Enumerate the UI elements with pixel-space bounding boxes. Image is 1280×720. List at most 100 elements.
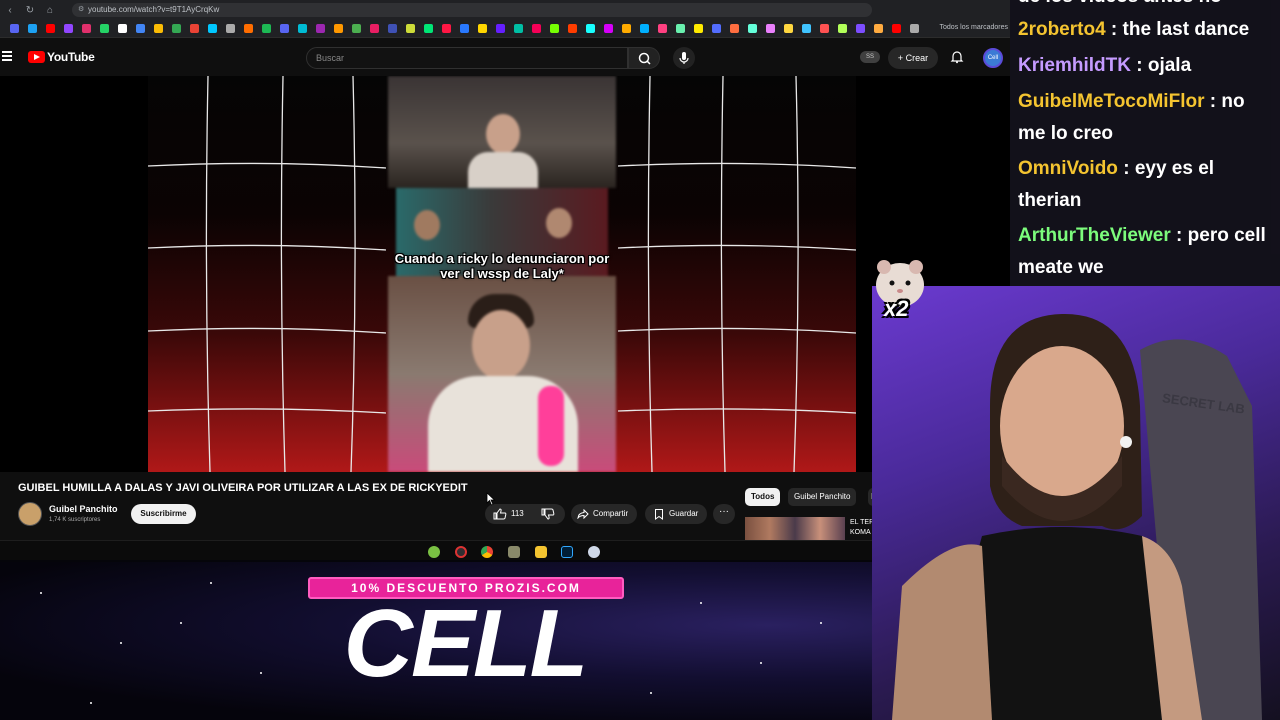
bookmark-icon[interactable] [532, 24, 541, 33]
bookmark-icon[interactable] [190, 24, 199, 33]
bookmark-icon[interactable] [154, 24, 163, 33]
hamburger-menu-icon[interactable] [2, 51, 12, 61]
notifications-bell-icon[interactable] [950, 50, 964, 64]
app-icon-globe[interactable] [588, 546, 600, 558]
bookmark-icon[interactable] [604, 24, 613, 33]
bookmark-icon[interactable] [46, 24, 55, 33]
bookmark-icon[interactable] [496, 24, 505, 33]
bookmark-icon[interactable] [658, 24, 667, 33]
bookmark-icon[interactable] [694, 24, 703, 33]
bookmark-icon[interactable] [640, 24, 649, 33]
bookmark-icon[interactable] [82, 24, 91, 33]
bookmark-icon[interactable] [226, 24, 235, 33]
bookmark-icon[interactable] [442, 24, 451, 33]
bookmark-icon[interactable] [244, 24, 253, 33]
bookmark-icon[interactable] [514, 24, 523, 33]
bookmark-icon[interactable] [568, 24, 577, 33]
grid-background-left [148, 76, 386, 472]
grid-background-right [618, 76, 856, 472]
address-bar[interactable]: ⚙ youtube.com/watch?v=t9T1AyCrqKw [72, 3, 872, 17]
bookmark-icon[interactable] [730, 24, 739, 33]
chat-text: ojala [1147, 55, 1192, 76]
bookmark-icon[interactable] [352, 24, 361, 33]
chrome-icon[interactable] [481, 546, 493, 558]
folder-icon[interactable] [535, 546, 547, 558]
app-icon-green[interactable] [428, 546, 440, 558]
subscribe-button[interactable]: Suscribirme [131, 504, 196, 524]
youtube-logo-icon[interactable] [28, 51, 45, 63]
bookmark-icon[interactable] [136, 24, 145, 33]
filter-chip-channel[interactable]: Guibel Panchito [788, 488, 857, 506]
voice-search-button[interactable] [673, 47, 695, 69]
bookmark-icon[interactable] [262, 24, 271, 33]
youtube-wordmark[interactable]: YouTube [47, 50, 95, 64]
bookmark-icon[interactable] [172, 24, 181, 33]
channel-name[interactable]: Guibel Panchito [49, 504, 118, 514]
like-count: 113 [511, 509, 524, 518]
all-bookmarks-link[interactable]: Todos los marcadores [940, 24, 1008, 31]
bookmark-icon[interactable] [388, 24, 397, 33]
bookmark-icon[interactable] [424, 24, 433, 33]
bookmark-icon[interactable] [118, 24, 127, 33]
bookmark-icon[interactable] [406, 24, 415, 33]
bookmark-icon[interactable] [766, 24, 775, 33]
photoshop-icon[interactable] [561, 546, 573, 558]
clip-bottom-scene [388, 276, 616, 472]
reload-icon[interactable]: ↻ [20, 5, 40, 16]
search-input[interactable]: Buscar [306, 47, 628, 69]
bookmark-icon[interactable] [280, 24, 289, 33]
bookmark-icon[interactable] [784, 24, 793, 33]
chat-message: OmniVoido : eyy es el therian [1018, 158, 1215, 211]
back-icon[interactable]: ‹ [0, 5, 20, 16]
bookmark-icon[interactable] [874, 24, 883, 33]
filter-chip-all[interactable]: Todos [745, 488, 781, 506]
more-actions-button[interactable]: ··· [713, 504, 735, 524]
thumbs-down-icon[interactable] [541, 508, 555, 520]
chat-message-partial: de los videos antes no [1018, 0, 1222, 8]
video-player[interactable]: Cuando a ricky lo denunciaron por ver el… [0, 76, 1010, 472]
bookmark-icon[interactable] [910, 24, 919, 33]
chat-message: ArthurTheViewer : pero cell meate we [1018, 225, 1266, 278]
bookmark-icon[interactable] [208, 24, 217, 33]
bookmark-icon[interactable] [622, 24, 631, 33]
bookmark-icon[interactable] [748, 24, 757, 33]
bookmark-icon[interactable] [586, 24, 595, 33]
extension-badge[interactable]: SS [860, 51, 880, 63]
bookmark-icon[interactable] [100, 24, 109, 33]
thumbs-up-icon[interactable] [493, 508, 507, 520]
bookmark-icon[interactable] [802, 24, 811, 33]
bookmark-icon[interactable] [478, 24, 487, 33]
save-button[interactable]: Guardar [645, 504, 707, 524]
bookmark-icon[interactable] [712, 24, 721, 33]
bookmark-icon[interactable] [28, 24, 37, 33]
create-button[interactable]: + Crear [888, 47, 938, 69]
home-icon[interactable]: ⌂ [40, 5, 60, 16]
bookmark-icon[interactable] [460, 24, 469, 33]
bookmark-icon[interactable] [676, 24, 685, 33]
app-icon-tools[interactable] [508, 546, 520, 558]
account-avatar[interactable]: Cell [983, 48, 1003, 68]
emote-count: x2 [884, 296, 909, 321]
site-info-icon[interactable]: ⚙ [78, 3, 84, 17]
bookmark-icon[interactable] [334, 24, 343, 33]
bookmark-icon[interactable] [892, 24, 901, 33]
bookmark-icon[interactable] [550, 24, 559, 33]
subscriber-count: 1,74 K suscriptores [49, 517, 101, 523]
cell-brand-logo: CELL [343, 590, 589, 697]
bookmark-icon[interactable] [838, 24, 847, 33]
channel-avatar[interactable] [18, 502, 42, 526]
app-icon-obs[interactable] [455, 546, 467, 558]
bookmark-icon[interactable] [64, 24, 73, 33]
bookmark-icon[interactable] [316, 24, 325, 33]
recommendation-thumbnail[interactable] [745, 517, 845, 541]
video-frame[interactable]: Cuando a ricky lo denunciaron por ver el… [148, 76, 856, 472]
chat-username: GuibelMeTocoMiFlor [1018, 91, 1205, 112]
bookmark-icon[interactable] [856, 24, 865, 33]
search-button[interactable] [628, 47, 660, 69]
bookmark-icon[interactable] [10, 24, 19, 33]
video-title: GUIBEL HUMILLA A DALAS Y JAVI OLIVEIRA P… [18, 482, 468, 494]
bookmark-icon[interactable] [820, 24, 829, 33]
bookmark-icon[interactable] [370, 24, 379, 33]
bookmark-icon[interactable] [298, 24, 307, 33]
share-button[interactable]: Compartir [571, 504, 637, 524]
